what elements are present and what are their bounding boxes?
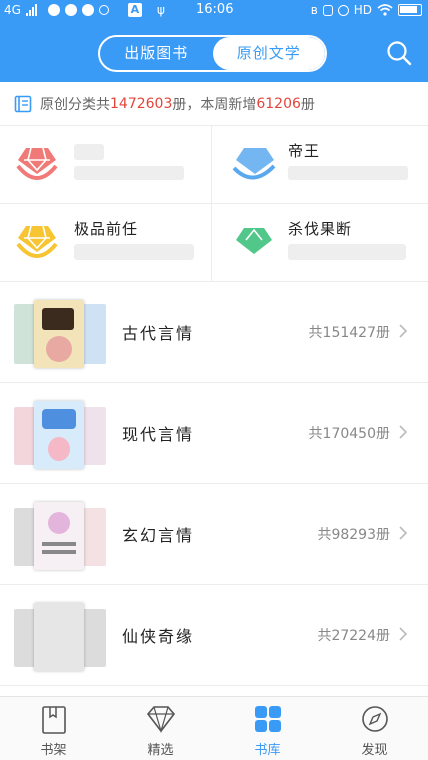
- book-covers: [14, 502, 108, 570]
- summary-total: 1472603: [110, 95, 173, 112]
- category-row[interactable]: 古代言情 共151427册: [0, 282, 428, 383]
- summary-middle: 册，本周新增: [172, 96, 257, 113]
- category-title: 玄幻言情: [122, 526, 195, 545]
- bluetooth-icon: ʙ: [310, 3, 318, 17]
- vibrate-icon: [322, 4, 333, 16]
- usb-icon: ψ: [156, 3, 165, 17]
- nav-label: 书库: [254, 743, 281, 758]
- wifi-icon: [377, 4, 393, 16]
- app-badge-icon: A: [127, 3, 142, 17]
- blurred-text: [288, 166, 408, 180]
- rank-label: 杀伐果断: [288, 220, 353, 238]
- tab-original-literature[interactable]: 原创文学: [212, 37, 325, 70]
- summary-prefix: 原创分类共: [40, 96, 110, 113]
- book-cover: [34, 603, 84, 671]
- play-icon: [47, 4, 60, 16]
- bottom-nav: 书架 精选 书库 发现: [0, 696, 428, 760]
- category-count: 共98293册: [317, 527, 390, 543]
- rank-cell-3[interactable]: 极品前任: [0, 204, 211, 281]
- blurred-text: [74, 144, 104, 160]
- category-title: 古代言情: [122, 324, 195, 343]
- circle-icon: [98, 5, 109, 15]
- grid-icon: [254, 706, 281, 732]
- crown-icon: [232, 148, 276, 180]
- category-count: 共170450册: [308, 426, 390, 442]
- diamond-icon: [146, 706, 175, 733]
- crown-icon: [16, 225, 58, 258]
- status-time: 16:06: [196, 2, 234, 17]
- status-bar: 4G A ψ 16:06 ʙ HD: [0, 0, 428, 22]
- summary-suffix: 册: [300, 96, 315, 113]
- nav-item-featured[interactable]: 精选: [107, 697, 214, 760]
- signal-icon: [25, 4, 37, 16]
- blurred-text: [74, 244, 194, 260]
- book-covers: [14, 603, 108, 671]
- summary-weekly: 61206: [256, 95, 301, 112]
- alarm-icon: [337, 4, 349, 16]
- network-label: 4G: [4, 3, 21, 17]
- search-icon[interactable]: [386, 40, 412, 66]
- chevron-right-icon: [399, 627, 408, 641]
- book-list-icon: [14, 95, 32, 112]
- blurred-text: [74, 166, 184, 180]
- category-count: 共27224册: [317, 628, 390, 644]
- chat-icon: [64, 4, 77, 16]
- category-title: 仙侠奇缘: [122, 627, 195, 646]
- nav-label: 发现: [361, 743, 388, 758]
- nav-label: 精选: [147, 743, 174, 758]
- nav-item-library[interactable]: 书库: [214, 697, 321, 760]
- battery-icon: [398, 4, 422, 16]
- crown-icon: [236, 228, 272, 254]
- book-cover: [34, 401, 84, 469]
- category-switch: 出版图书 原创文学: [98, 35, 327, 72]
- book-covers: [14, 401, 108, 469]
- rank-label: 帝王: [288, 142, 321, 160]
- tab-publish-books[interactable]: 出版图书: [100, 37, 213, 70]
- rank-cell-1[interactable]: [0, 126, 211, 203]
- compass-icon: [361, 706, 388, 732]
- message-icon: [81, 4, 94, 16]
- header-bar: 4G A ψ 16:06 ʙ HD 出版图书 原创文学: [0, 0, 428, 82]
- category-row[interactable]: 现代言情 共170450册: [0, 383, 428, 484]
- chevron-right-icon: [399, 526, 408, 540]
- rank-cell-4[interactable]: 杀伐果断: [212, 204, 423, 281]
- rank-label: 极品前任: [74, 220, 139, 238]
- nav-item-discover[interactable]: 发现: [321, 697, 428, 760]
- book-cover: [34, 502, 84, 570]
- category-row[interactable]: 玄幻言情 共98293册: [0, 484, 428, 585]
- category-row[interactable]: 仙侠奇缘 共27224册: [0, 585, 428, 686]
- crown-icon: [16, 147, 58, 180]
- bookmark-book-icon: [41, 706, 66, 734]
- category-count: 共151427册: [308, 325, 390, 341]
- chevron-right-icon: [399, 425, 408, 439]
- hd-label: HD: [353, 3, 372, 17]
- summary-bar: 原创分类共 1472603 册，本周新增 61206 册: [0, 82, 428, 126]
- nav-label: 书架: [40, 743, 67, 758]
- nav-item-bookshelf[interactable]: 书架: [0, 697, 107, 760]
- book-covers: [14, 300, 108, 368]
- blurred-text: [288, 244, 406, 260]
- category-title: 现代言情: [122, 425, 195, 444]
- book-cover: [34, 300, 84, 368]
- chevron-right-icon: [399, 324, 408, 338]
- rank-cell-2[interactable]: 帝王: [212, 126, 423, 203]
- rank-grid: 帝王 极品前任 杀伐果断: [0, 126, 428, 282]
